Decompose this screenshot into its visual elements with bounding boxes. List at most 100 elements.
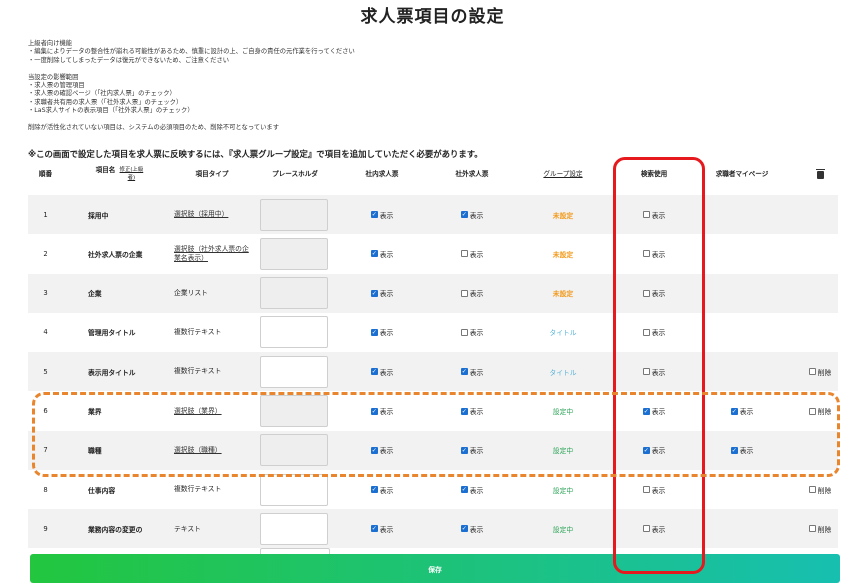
col-group-setting-link[interactable]: グループ設定 [528, 162, 598, 187]
placeholder-input [260, 395, 328, 427]
search-checkbox[interactable]: 表示 [642, 288, 665, 298]
search-checkbox[interactable]: 表示 [642, 524, 665, 534]
row-internal-cell: ✓ 表示 [352, 313, 412, 352]
row-search-cell: 表示 [624, 352, 684, 391]
external-checkbox[interactable]: ✓ 表示 [460, 445, 484, 456]
row-placeholder-cell [260, 470, 328, 509]
internal-checkbox[interactable]: ✓ 表示 [370, 367, 393, 377]
row-item-type: 複数行テキスト [174, 328, 222, 337]
external-checkbox[interactable]: ✓ 表示 [460, 406, 483, 416]
external-checkbox[interactable]: ✓ 表示 [460, 485, 483, 495]
search-checkbox[interactable]: 表示 [642, 485, 665, 495]
internal-checkbox[interactable]: ✓ 表示 [370, 327, 393, 337]
row-item-type-link[interactable]: 選択肢（採用中） [174, 195, 254, 234]
internal-checkbox[interactable]: ✓ 表示 [370, 524, 393, 534]
mypage-checkbox[interactable]: ✓ 表示 [730, 445, 753, 455]
delete-checkbox[interactable]: 削除 [808, 485, 831, 495]
checkbox-label: 表示 [379, 250, 394, 259]
checkbox-checked[interactable]: ✓ [460, 368, 468, 376]
delete-checkbox[interactable]: 削除 [808, 406, 831, 416]
notes-section: 上級者向け機能 ・編集によりデータの整合性が崩れる可能性があるため、慎重に設計の上… [28, 40, 355, 141]
row-search-cell: 表示 [624, 274, 684, 313]
row-search-cell: 表示 [624, 195, 684, 234]
checkbox-checked[interactable]: ✓ [370, 368, 378, 376]
checkbox-checked[interactable]: ✓ [460, 525, 468, 533]
checkbox-label: 表示 [469, 447, 484, 456]
row-placeholder-cell [260, 313, 328, 352]
checkbox-unchecked[interactable] [642, 486, 650, 494]
checkbox-checked[interactable]: ✓ [460, 211, 468, 218]
checkbox-unchecked[interactable] [460, 328, 468, 336]
row-placeholder-cell [260, 234, 328, 273]
external-checkbox[interactable]: ✓ 表示 [460, 524, 483, 534]
row-internal-cell: ✓ 表示 [352, 431, 412, 470]
checkbox-checked[interactable]: ✓ [642, 407, 650, 415]
checkbox-unchecked[interactable] [642, 250, 650, 258]
notes-block: 削除が活性化されていない項目は、システムの必須項目のため、削除不可となっています [28, 124, 355, 132]
checkbox-unchecked[interactable] [808, 368, 816, 376]
col-item-name-advanced-link[interactable]: 修正(上級者) [118, 167, 144, 182]
internal-checkbox[interactable]: ✓ 表示 [370, 288, 393, 298]
checkbox-label: 表示 [651, 447, 666, 456]
external-checkbox[interactable]: 表示 [460, 327, 483, 337]
placeholder-input[interactable] [260, 512, 328, 545]
internal-checkbox[interactable]: ✓ 表示 [370, 249, 394, 259]
checkbox-unchecked[interactable] [460, 289, 468, 297]
placeholder-input[interactable] [260, 316, 328, 349]
checkbox-checked[interactable]: ✓ [460, 486, 468, 494]
checkbox-checked[interactable]: ✓ [370, 289, 378, 297]
table-row: 5 表示用タイトル 複数行テキスト ✓ 表示 ✓ 表示 タイトル 表示 削除 [28, 352, 838, 392]
checkbox-checked[interactable]: ✓ [370, 407, 378, 415]
checkbox-checked[interactable]: ✓ [460, 407, 468, 415]
checkbox-unchecked[interactable] [808, 486, 816, 494]
internal-checkbox[interactable]: ✓ 表示 [370, 445, 393, 455]
checkbox-checked[interactable]: ✓ [370, 250, 378, 258]
row-group-status: 設定中 [552, 486, 574, 495]
checkbox-checked[interactable]: ✓ [642, 446, 650, 454]
table-row: 7 職種 選択肢（職種） ✓ 表示 ✓ 表示 設定中 ✓ 表示 ✓ 表示 [28, 430, 838, 470]
row-item-type-link[interactable]: 選択肢（社外求人票の企業名表示） [174, 234, 254, 273]
internal-checkbox[interactable]: ✓ 表示 [370, 406, 393, 416]
checkbox-unchecked[interactable] [642, 211, 650, 218]
checkbox-unchecked[interactable] [460, 250, 468, 258]
checkbox-checked[interactable]: ✓ [370, 446, 378, 454]
checkbox-checked[interactable]: ✓ [370, 486, 378, 494]
checkbox-unchecked[interactable] [808, 407, 816, 415]
save-button[interactable]: 保存 [30, 554, 840, 583]
checkbox-checked[interactable]: ✓ [730, 446, 738, 454]
checkbox-checked[interactable]: ✓ [370, 525, 378, 533]
checkbox-unchecked[interactable] [642, 289, 650, 297]
search-checkbox[interactable]: 表示 [642, 367, 665, 377]
search-checkbox[interactable]: 表示 [642, 210, 665, 220]
search-checkbox[interactable]: 表示 [642, 249, 665, 259]
checkbox-unchecked[interactable] [808, 525, 816, 533]
internal-checkbox[interactable]: ✓ 表示 [370, 485, 393, 495]
row-item-type-link[interactable]: 選択肢（業界） [174, 392, 254, 431]
checkbox-unchecked[interactable] [642, 368, 650, 376]
delete-checkbox[interactable]: 削除 [808, 367, 831, 377]
internal-checkbox[interactable]: ✓ 表示 [370, 210, 393, 220]
search-checkbox[interactable]: 表示 [642, 327, 665, 337]
external-checkbox[interactable]: 表示 [460, 288, 483, 298]
checkbox-unchecked[interactable] [642, 328, 650, 336]
row-group-status: 設定中 [552, 408, 574, 416]
placeholder-input[interactable] [260, 473, 328, 506]
external-checkbox[interactable]: 表示 [460, 249, 483, 259]
checkbox-checked[interactable]: ✓ [460, 446, 468, 454]
checkbox-unchecked[interactable] [642, 525, 650, 533]
checkbox-label: 表示 [651, 408, 666, 416]
checkbox-checked[interactable]: ✓ [370, 211, 378, 218]
row-search-cell: 表示 [624, 234, 684, 273]
placeholder-input[interactable] [260, 355, 328, 388]
external-checkbox[interactable]: ✓ 表示 [460, 367, 483, 377]
checkbox-checked[interactable]: ✓ [730, 407, 738, 415]
search-checkbox[interactable]: ✓ 表示 [642, 445, 666, 456]
delete-checkbox[interactable]: 削除 [808, 524, 831, 534]
mypage-checkbox[interactable]: ✓ 表示 [730, 406, 753, 416]
row-item-type-link[interactable]: 選択肢（職種） [174, 431, 254, 470]
search-checkbox[interactable]: ✓ 表示 [642, 406, 666, 416]
external-checkbox[interactable]: ✓ 表示 [460, 210, 483, 220]
notes-block: 当設定の影響範囲 ・求人票の管理項目 ・求人票の確認ページ（「社内求人票」のチェック… [28, 74, 355, 116]
checkbox-checked[interactable]: ✓ [370, 328, 378, 336]
row-external-cell: ✓ 表示 [442, 470, 502, 509]
